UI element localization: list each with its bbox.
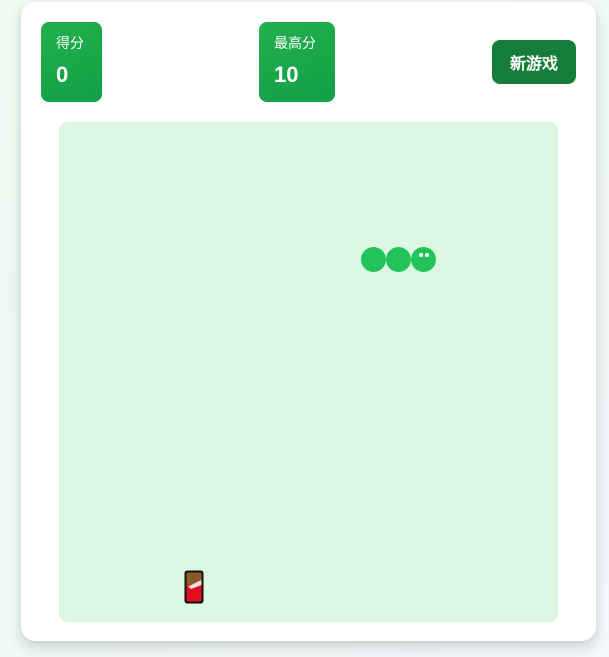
snake-head <box>411 247 436 272</box>
score-box: 得分 0 <box>41 22 102 102</box>
game-card: 得分 0 最高分 10 新游戏 <box>21 2 596 641</box>
game-board[interactable] <box>59 122 558 622</box>
snake-body-segment <box>386 247 411 272</box>
score-label: 得分 <box>56 35 84 51</box>
best-score-value: 10 <box>274 62 299 87</box>
best-score-label: 最高分 <box>274 35 316 51</box>
chocolate-bar-icon <box>184 570 204 604</box>
snake-body-segment <box>361 247 386 272</box>
snake-eye-icon <box>425 253 429 257</box>
snake-eye-icon <box>419 253 423 257</box>
new-game-button[interactable]: 新游戏 <box>492 40 576 84</box>
score-value: 0 <box>56 62 69 87</box>
best-score-box: 最高分 10 <box>259 22 335 102</box>
